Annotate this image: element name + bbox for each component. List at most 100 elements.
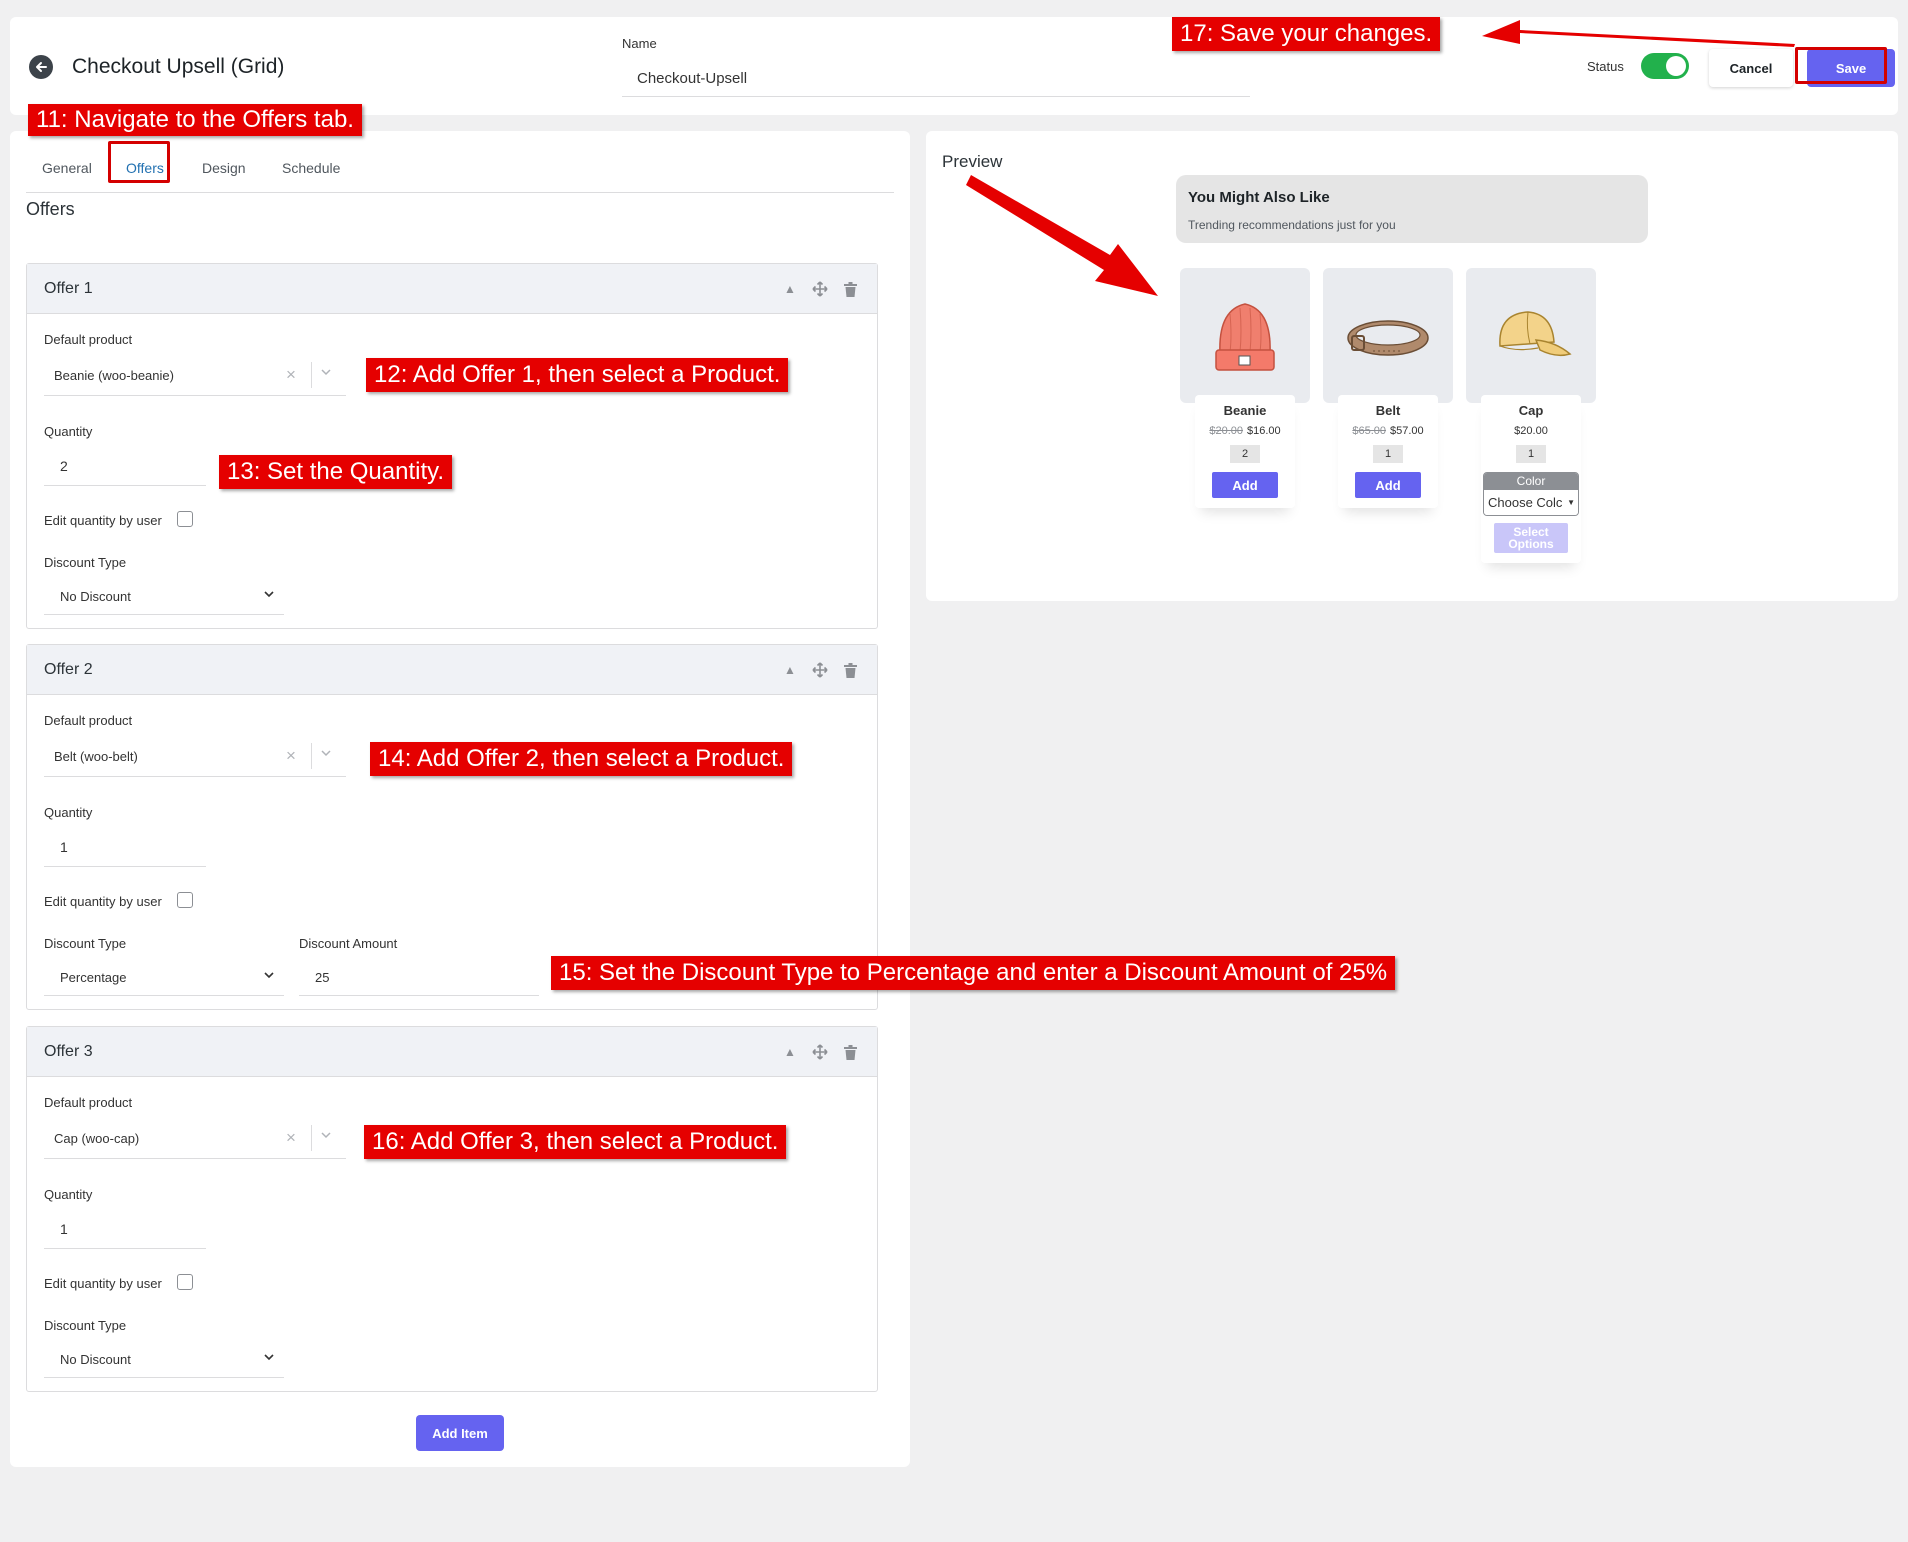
select-divider <box>311 743 312 769</box>
offer-title: Offer 3 <box>44 1043 93 1060</box>
product-card: Beanie $20.00 $16.00 2 Add <box>1180 268 1310 508</box>
offers-panel: General Offers Design Schedule Offers Of… <box>10 131 910 1467</box>
edit-quantity-checkbox[interactable] <box>177 511 193 527</box>
select-divider <box>311 1125 312 1151</box>
belt-image <box>1323 268 1453 403</box>
select-options-button[interactable]: Select Options <box>1494 523 1568 553</box>
page-title: Checkout Upsell (Grid) <box>72 55 285 78</box>
name-input[interactable] <box>622 61 1250 97</box>
move-icon[interactable] <box>811 1043 829 1061</box>
quantity-input[interactable]: 2 <box>44 446 206 486</box>
product-select[interactable]: Belt (woo-belt) × <box>44 737 346 777</box>
discount-type-select[interactable]: Percentage <box>44 958 284 996</box>
product-qty[interactable]: 1 <box>1373 445 1403 463</box>
offers-tab-highlight-box <box>108 141 170 183</box>
product-name: Cap <box>1518 403 1544 418</box>
offer-card: Offer 3 ▲ Default product Cap (woo-cap) … <box>26 1026 878 1392</box>
offer-tools: ▲ <box>781 1043 859 1061</box>
product-price: $20.00 $16.00 <box>1195 425 1295 437</box>
annotation-step-14: 14: Add Offer 2, then select a Product. <box>370 742 793 776</box>
chevron-down-icon[interactable] <box>320 746 332 764</box>
discount-type-select[interactable]: No Discount <box>44 577 284 615</box>
edit-quantity-checkbox[interactable] <box>177 892 193 908</box>
quantity-value: 1 <box>60 1221 68 1237</box>
offer-card: Offer 1 ▲ Default product Beanie (woo-be… <box>26 263 878 629</box>
edit-quantity-label: Edit quantity by user <box>44 513 162 528</box>
quantity-input[interactable]: 1 <box>44 1209 206 1249</box>
quantity-label: Quantity <box>44 1187 93 1202</box>
offer-header: Offer 2 ▲ <box>27 645 877 695</box>
color-select[interactable]: Choose Colc ▼ <box>1484 490 1578 515</box>
status-toggle[interactable] <box>1641 53 1689 79</box>
sale-price: $16.00 <box>1247 425 1281 437</box>
preview-label: Preview <box>942 152 1003 171</box>
tab-general[interactable]: General <box>42 160 92 176</box>
offer-tools: ▲ <box>781 661 859 679</box>
recommendation-title: You Might Also Like <box>1188 189 1330 206</box>
chevron-down-icon <box>262 587 276 606</box>
product-qty[interactable]: 1 <box>1516 445 1546 463</box>
trash-icon[interactable] <box>841 661 859 679</box>
discount-type-select[interactable]: No Discount <box>44 1340 284 1378</box>
offer-title: Offer 2 <box>44 661 93 678</box>
collapse-icon[interactable]: ▲ <box>781 280 799 298</box>
chevron-down-icon[interactable] <box>320 1128 332 1146</box>
collapse-icon[interactable]: ▲ <box>781 1043 799 1061</box>
quantity-value: 1 <box>60 839 68 855</box>
discount-type-label: Discount Type <box>44 1318 127 1333</box>
product-select[interactable]: Cap (woo-cap) × <box>44 1119 346 1159</box>
default-product-label: Default product <box>44 332 133 347</box>
status-label: Status <box>1587 59 1624 74</box>
product-select[interactable]: Beanie (woo-beanie) × <box>44 356 346 396</box>
chevron-down-icon: ▼ <box>1567 498 1575 507</box>
offer-title: Offer 1 <box>44 280 93 297</box>
product-name: Belt <box>1375 403 1401 418</box>
sale-price: $57.00 <box>1390 425 1424 437</box>
product-qty[interactable]: 2 <box>1230 445 1260 463</box>
move-icon[interactable] <box>811 661 829 679</box>
old-price: $65.00 <box>1352 425 1386 437</box>
preview-panel: Preview You Might Also Like Trending rec… <box>926 131 1898 601</box>
clear-icon[interactable]: × <box>286 746 296 766</box>
trash-icon[interactable] <box>841 1043 859 1061</box>
offer-tools: ▲ <box>781 280 859 298</box>
color-select-box[interactable]: Color Choose Colc ▼ <box>1483 472 1579 516</box>
back-arrow-icon[interactable] <box>29 55 53 79</box>
clear-icon[interactable]: × <box>286 1128 296 1148</box>
cancel-button[interactable]: Cancel <box>1709 49 1793 87</box>
chevron-down-icon[interactable] <box>320 365 332 383</box>
edit-quantity-checkbox[interactable] <box>177 1274 193 1290</box>
add-to-cart-button[interactable]: Add <box>1355 472 1421 498</box>
collapse-icon[interactable]: ▲ <box>781 661 799 679</box>
clear-icon[interactable]: × <box>286 365 296 385</box>
old-price: $20.00 <box>1209 425 1243 437</box>
toggle-knob <box>1666 56 1686 76</box>
product-name: Beanie <box>1223 403 1267 418</box>
annotation-step-13: 13: Set the Quantity. <box>219 455 453 489</box>
recommendation-header: You Might Also Like Trending recommendat… <box>1176 175 1648 243</box>
beanie-image <box>1180 268 1310 403</box>
add-item-button[interactable]: Add Item <box>416 1415 504 1451</box>
quantity-value: 2 <box>60 458 68 474</box>
annotation-step-15: 15: Set the Discount Type to Percentage … <box>551 956 1396 990</box>
offer-header: Offer 1 ▲ <box>27 264 877 314</box>
page-header: Checkout Upsell (Grid) Name Status Cance… <box>10 17 1898 115</box>
product-price: $65.00 $57.00 <box>1338 425 1438 437</box>
discount-type-label: Discount Type <box>44 936 127 951</box>
discount-amount-input[interactable]: 25 <box>299 958 539 996</box>
product-card-body: Cap $20.00 1 Color Choose Colc ▼ Select O… <box>1481 395 1581 563</box>
trash-icon[interactable] <box>841 280 859 298</box>
section-title: Offers <box>26 199 75 219</box>
color-label: Color <box>1484 473 1578 490</box>
quantity-input[interactable]: 1 <box>44 827 206 867</box>
save-highlight-box <box>1795 47 1887 84</box>
cap-image <box>1466 268 1596 403</box>
annotation-step-17: 17: Save your changes. <box>1172 17 1441 51</box>
color-placeholder: Choose Colc <box>1488 495 1563 510</box>
tab-schedule[interactable]: Schedule <box>282 160 340 176</box>
move-icon[interactable] <box>811 280 829 298</box>
tab-design[interactable]: Design <box>202 160 246 176</box>
annotation-step-12: 12: Add Offer 1, then select a Product. <box>366 358 789 392</box>
add-to-cart-button[interactable]: Add <box>1212 472 1278 498</box>
default-product-label: Default product <box>44 713 133 728</box>
